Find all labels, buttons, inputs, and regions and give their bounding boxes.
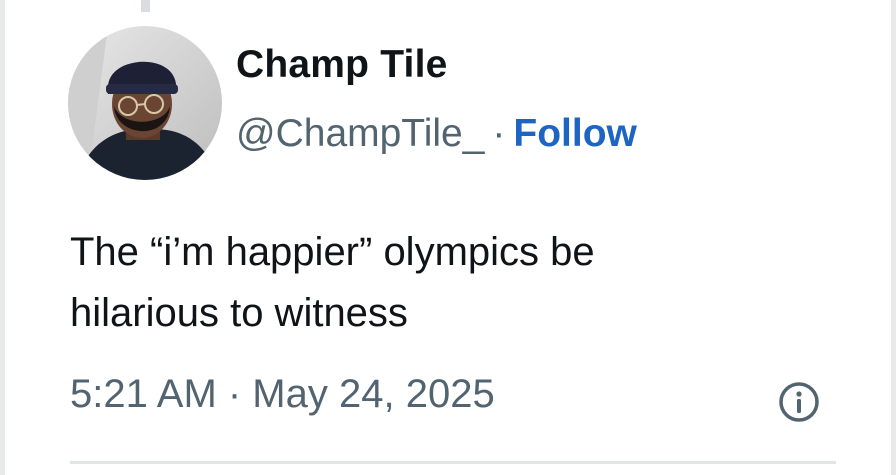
info-icon[interactable] bbox=[777, 380, 821, 424]
divider bbox=[70, 461, 836, 464]
tweet-timestamp[interactable]: 5:21 AM · May 24, 2025 bbox=[70, 372, 495, 417]
thread-connector-line bbox=[141, 0, 150, 12]
right-edge bbox=[891, 0, 896, 475]
follow-button[interactable]: Follow bbox=[513, 112, 636, 155]
author-handle-row: @ChampTile_ · Follow bbox=[236, 112, 637, 156]
tweet-text: The “i’m happier” olympics be hilarious … bbox=[70, 222, 850, 344]
left-edge bbox=[0, 0, 5, 475]
separator-dot: · bbox=[492, 112, 506, 155]
tweet-text-line: The “i’m happier” olympics be bbox=[70, 230, 595, 274]
author-handle[interactable]: @ChampTile_ bbox=[236, 112, 484, 155]
avatar[interactable] bbox=[68, 26, 222, 180]
avatar-image bbox=[68, 26, 222, 180]
author-display-name[interactable]: Champ Tile bbox=[236, 43, 448, 87]
tweet-text-line: hilarious to witness bbox=[70, 291, 408, 335]
